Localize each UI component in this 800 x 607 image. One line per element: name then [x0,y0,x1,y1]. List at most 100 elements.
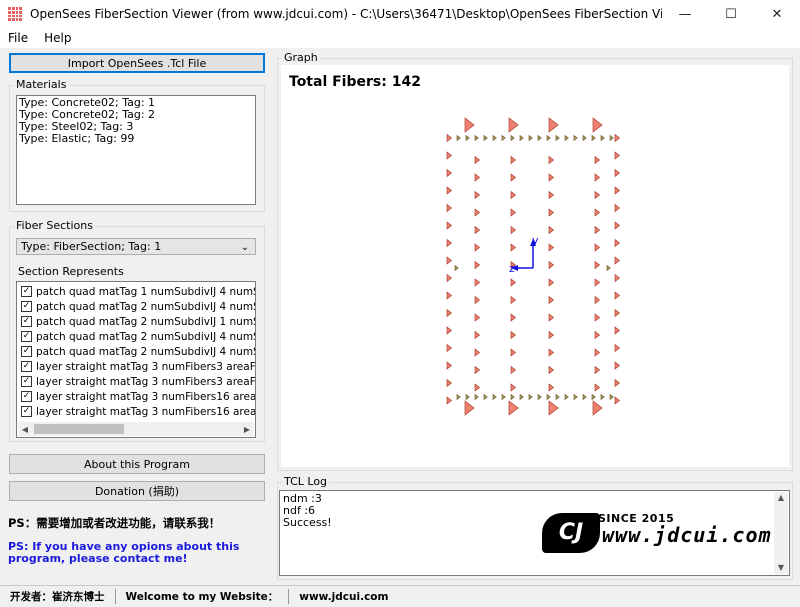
graph-canvas[interactable]: Total Fibers: 142 y z [281,65,789,467]
tcl-log-textarea[interactable]: ndm :3 ndf :6 Success! ▲ ▼ CJ SINCE 2015… [279,490,790,576]
checkbox-checked-icon[interactable]: ✓ [21,346,32,357]
fiber-marker [614,378,621,388]
fiber-marker [465,393,470,401]
about-button[interactable]: About this Program [9,454,265,474]
fiber-marker [614,238,621,248]
section-item[interactable]: ✓patch quad matTag 2 numSubdivIJ 4 numSu… [17,329,255,344]
checkbox-checked-icon[interactable]: ✓ [21,376,32,387]
section-item[interactable]: ✓ layer straight matTag 3 numFibers3 area… [17,374,255,389]
fiber-marker [474,155,481,165]
menu-file[interactable]: File [0,31,36,45]
fiber-marker [464,117,475,133]
fiber-marker [614,186,621,195]
materials-label: Materials [14,78,69,91]
close-button[interactable]: ✕ [754,0,800,28]
fiber-marker [446,133,453,143]
fiber-marker [594,155,601,165]
status-site[interactable]: www.jdcui.com [289,591,398,603]
scroll-up-icon[interactable]: ▲ [774,492,788,504]
fiber-marker [446,326,453,335]
scroll-right-icon[interactable]: ▶ [240,425,254,434]
y-axis-label: y [532,234,539,247]
fiber-marker [614,221,621,230]
fiber-marker [548,243,555,252]
donation-button[interactable]: Donation (捐助) [9,481,265,501]
fiber-marker [446,221,453,230]
fiber-marker [492,134,497,142]
checkbox-checked-icon[interactable]: ✓ [21,301,32,312]
status-developer: 开发者：崔济东博士 [0,589,116,604]
fiber-marker [446,256,453,265]
fiber-marker [564,134,569,142]
fiber-marker [548,365,555,375]
scroll-left-icon[interactable]: ◀ [18,425,32,434]
scroll-down-icon[interactable]: ▼ [774,562,788,574]
window-title: OpenSees FiberSection Viewer (from www.j… [30,7,662,21]
fiber-marker [591,134,596,142]
section-item[interactable]: ✓patch quad matTag 2 numSubdivIJ 4 numSu… [17,299,255,314]
checkbox-checked-icon[interactable]: ✓ [21,286,32,297]
menu-help[interactable]: Help [36,31,79,45]
fiber-marker [464,400,475,416]
fiber-marker [591,393,596,401]
fiber-marker [614,343,621,353]
fiber-marker [446,238,453,248]
fiber-marker [446,361,453,370]
fiber-marker [474,190,481,200]
checkbox-checked-icon[interactable]: ✓ [21,316,32,327]
fiber-marker [606,264,611,272]
fiber-marker [510,348,517,357]
fiber-marker [454,264,459,272]
fiber-marker [594,348,601,357]
fiber-marker [446,168,453,178]
checkbox-checked-icon[interactable]: ✓ [21,391,32,402]
minimize-button[interactable]: — [662,0,708,28]
fiber-marker [582,393,587,401]
fiber-marker [483,134,488,142]
checkbox-checked-icon[interactable]: ✓ [21,406,32,417]
maximize-button[interactable]: ☐ [708,0,754,28]
log-line: ndm :3 [283,492,322,505]
fiber-marker [456,393,461,401]
fiber-marker [546,393,551,401]
fiber-marker [614,151,621,160]
fiber-marker [582,134,587,142]
fiber-marker [528,134,533,142]
fiber-marker [510,243,517,252]
fiber-section-select[interactable]: Type: FiberSection; Tag: 1 ⌄ [16,238,256,255]
section-represents-list[interactable]: ✓patch quad matTag 1 numSubdivIJ 4 numSu… [16,281,256,438]
section-item[interactable]: ✓patch quad matTag 1 numSubdivIJ 4 numSu… [17,284,255,299]
fiber-marker [594,383,601,392]
fiber-marker [474,383,481,392]
fiber-section-selected: Type: FiberSection; Tag: 1 [21,240,162,253]
fiber-marker [510,295,517,305]
section-item[interactable]: ✓ layer straight matTag 3 numFibers3 area… [17,359,255,374]
section-item[interactable]: ✓ layer straight matTag 3 numFibers16 are… [17,389,255,404]
fiber-marker [501,134,506,142]
fiber-marker [537,393,542,401]
materials-list[interactable]: Type: Concrete02; Tag: 1 Type: Concrete0… [16,95,256,205]
checkbox-checked-icon[interactable]: ✓ [21,331,32,342]
fiber-marker [600,134,605,142]
vertical-scrollbar[interactable]: ▲ ▼ [774,492,788,574]
fiber-marker [564,393,569,401]
material-item[interactable]: Type: Elastic; Tag: 99 [19,133,253,145]
scroll-thumb[interactable] [34,424,124,434]
fiber-marker [548,190,555,200]
section-item[interactable]: ✓patch quad matTag 2 numSubdivIJ 1 numSu… [17,314,255,329]
chevron-down-icon: ⌄ [240,242,249,253]
section-item[interactable]: ✓patch quad matTag 2 numSubdivIJ 4 numSu… [17,344,255,359]
fiber-marker [614,361,621,370]
fiber-marker [446,151,453,160]
fiber-marker [510,190,517,200]
fiber-marker [614,396,621,405]
horizontal-scrollbar[interactable]: ◀ ▶ [18,422,254,436]
fiber-marker [594,225,601,235]
fiber-marker [446,308,453,318]
fiber-marker [510,208,517,217]
fiber-marker [474,295,481,305]
checkbox-checked-icon[interactable]: ✓ [21,361,32,372]
fiber-marker [508,400,519,416]
import-tcl-button[interactable]: Import OpenSees .Tcl File [9,53,265,73]
section-item[interactable]: ✓ layer straight matTag 3 numFibers16 are… [17,404,255,419]
